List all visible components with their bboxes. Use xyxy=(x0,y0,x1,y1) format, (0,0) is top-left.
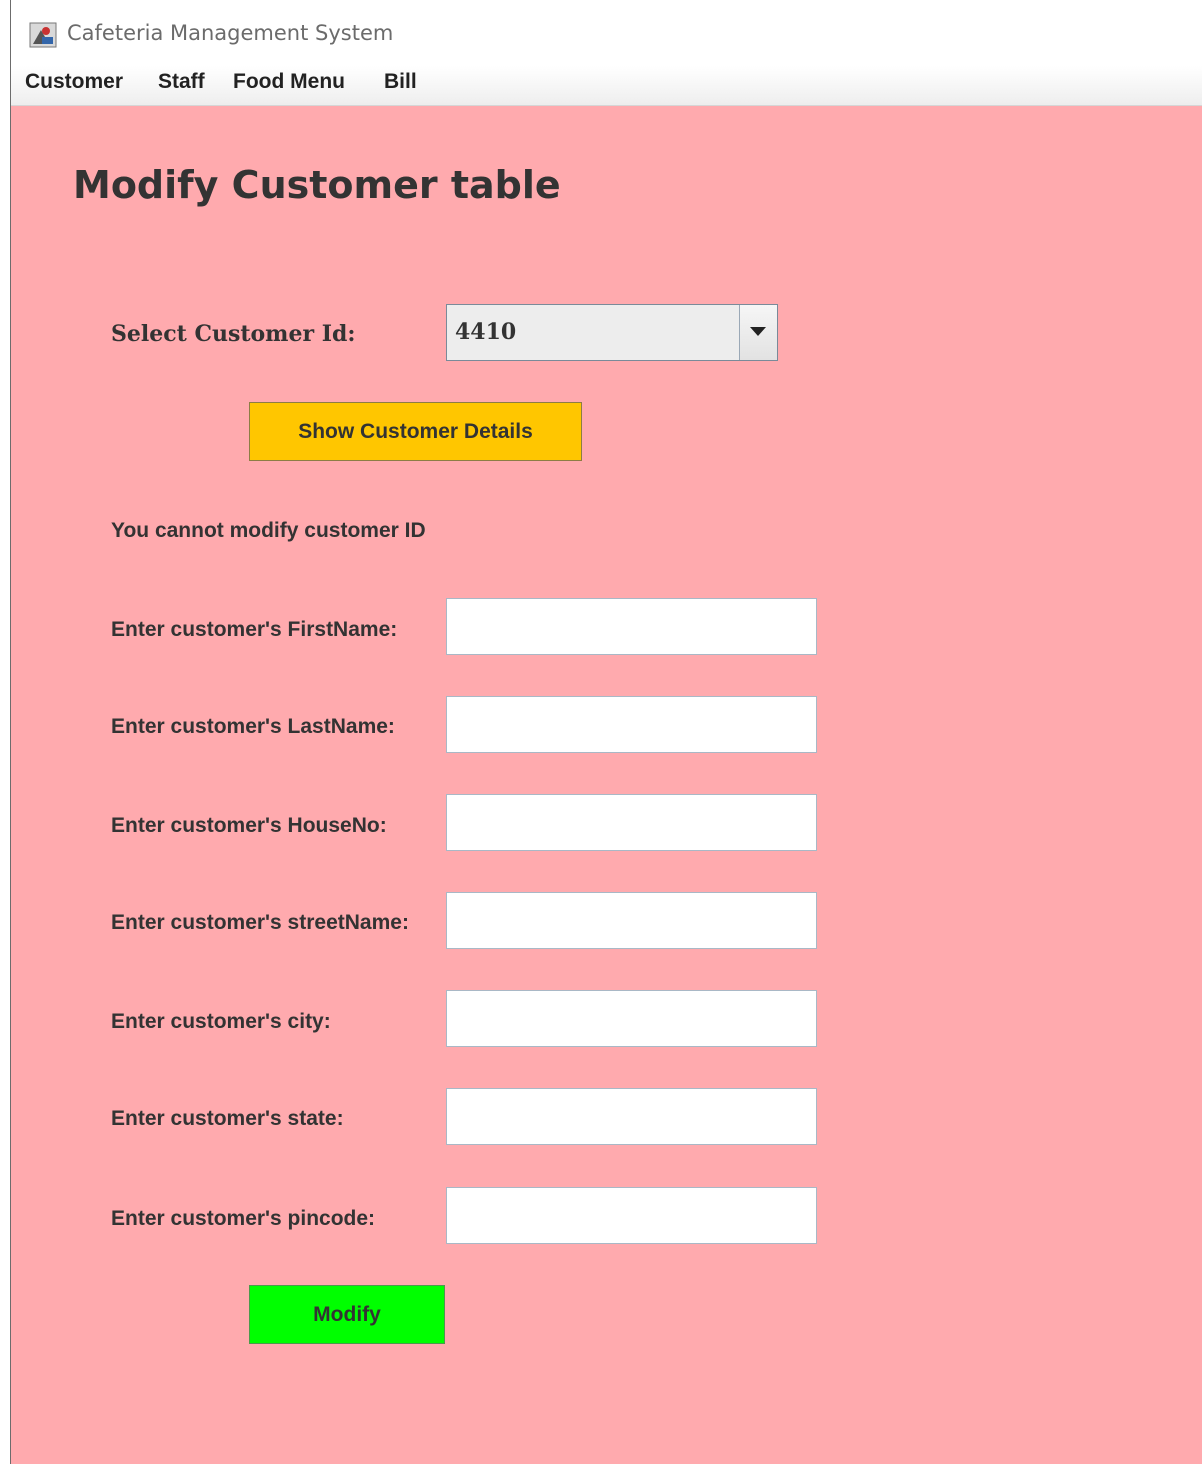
lastname-label: Enter customer's LastName: xyxy=(111,715,395,738)
customer-id-dropdown[interactable]: 4410 xyxy=(446,304,778,361)
houseno-label: Enter customer's HouseNo: xyxy=(111,814,387,837)
window-title: Cafeteria Management System xyxy=(67,21,394,45)
menu-bill[interactable]: Bill xyxy=(384,70,417,94)
firstname-label: Enter customer's FirstName: xyxy=(111,618,398,641)
select-customer-id-label: Select Customer Id: xyxy=(111,321,356,347)
title-bar: Cafeteria Management System xyxy=(11,0,1202,66)
city-field[interactable] xyxy=(446,990,817,1047)
app-window: Cafeteria Management System Customer Sta… xyxy=(10,0,1202,1464)
chevron-down-icon xyxy=(750,327,766,336)
menu-staff[interactable]: Staff xyxy=(158,70,205,94)
state-field[interactable] xyxy=(446,1088,817,1145)
houseno-field[interactable] xyxy=(446,794,817,851)
notice-text: You cannot modify customer ID xyxy=(111,519,426,542)
state-label: Enter customer's state: xyxy=(111,1107,344,1130)
customer-id-selected-value: 4410 xyxy=(455,319,517,345)
streetname-label: Enter customer's streetName: xyxy=(111,911,409,934)
pincode-field[interactable] xyxy=(446,1187,817,1244)
modify-button[interactable]: Modify xyxy=(249,1285,445,1344)
page-title: Modify Customer table xyxy=(73,163,561,207)
menu-bar: Customer Staff Food Menu Bill xyxy=(11,66,1202,106)
firstname-field[interactable] xyxy=(446,598,817,655)
streetname-field[interactable] xyxy=(446,892,817,949)
menu-food-menu[interactable]: Food Menu xyxy=(233,70,345,94)
java-app-icon xyxy=(29,22,57,48)
lastname-field[interactable] xyxy=(446,696,817,753)
city-label: Enter customer's city: xyxy=(111,1010,331,1033)
pincode-label: Enter customer's pincode: xyxy=(111,1207,376,1230)
show-customer-details-button[interactable]: Show Customer Details xyxy=(249,402,582,461)
form-panel: Modify Customer table Select Customer Id… xyxy=(11,106,1202,1464)
menu-customer[interactable]: Customer xyxy=(25,70,123,94)
dropdown-button[interactable] xyxy=(739,305,777,360)
